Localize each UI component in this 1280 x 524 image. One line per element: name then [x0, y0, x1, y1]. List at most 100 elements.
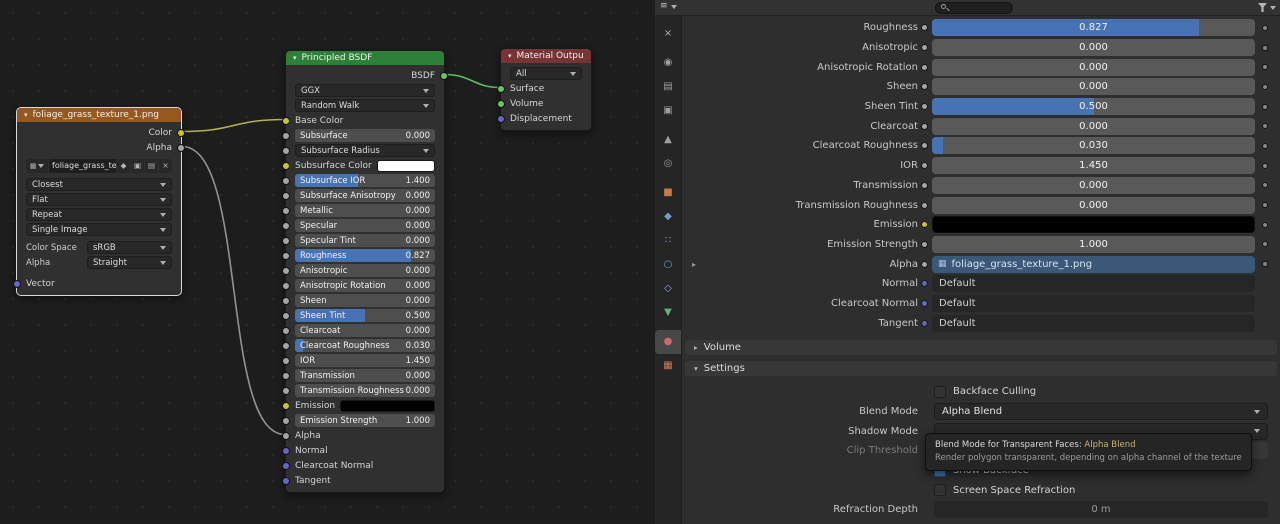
subsurface-radius-dropdown[interactable]: Subsurface Radius: [295, 144, 435, 157]
tab-tool[interactable]: ×: [655, 22, 681, 46]
image-texture-node[interactable]: ▾ foliage_grass_texture_1.png Color Alph…: [13, 107, 185, 296]
blend-mode-dropdown[interactable]: Alpha Blend: [934, 403, 1268, 421]
image-name-field[interactable]: foliage_grass_text...: [49, 158, 116, 173]
decorator-dot[interactable]: [1262, 44, 1268, 51]
subsurface-ior-slider[interactable]: Subsurface IOR 1.400: [295, 174, 435, 187]
backface-culling-checkbox[interactable]: [934, 385, 946, 398]
input-socket[interactable]: [282, 311, 290, 320]
shader-editor[interactable]: ▾ foliage_grass_texture_1.png Color Alph…: [0, 0, 655, 524]
anisotropic-rotation-slider[interactable]: Anisotropic Rotation 0.000: [295, 279, 435, 292]
tab-world[interactable]: ◎: [655, 152, 681, 176]
input-socket[interactable]: [282, 221, 290, 230]
decorator-dot[interactable]: [1262, 24, 1268, 31]
open-image-button[interactable]: ▤: [145, 158, 158, 173]
input-socket[interactable]: [497, 114, 505, 123]
emission-strength-slider[interactable]: 1.000: [932, 235, 1255, 253]
input-socket[interactable]: [282, 161, 290, 170]
input-socket[interactable]: [282, 356, 290, 365]
interpolation-dropdown[interactable]: Closest: [26, 178, 172, 191]
input-socket[interactable]: [282, 281, 290, 290]
tab-constraints[interactable]: ◇: [655, 277, 681, 301]
decorator-dot[interactable]: [1262, 142, 1268, 149]
clearcoat-normal-field[interactable]: Default: [932, 294, 1255, 312]
input-socket[interactable]: [282, 401, 290, 410]
tab-object-data[interactable]: ▼: [655, 301, 681, 325]
tab-object[interactable]: ■: [655, 181, 681, 205]
clearcoat-roughness-slider[interactable]: 0.030: [932, 137, 1255, 155]
tab-material[interactable]: ●: [655, 330, 681, 354]
tab-modifiers[interactable]: ◆: [655, 205, 681, 229]
tab-particles[interactable]: ∷: [655, 229, 681, 253]
normal-field[interactable]: Default: [932, 275, 1255, 293]
emission-strength-slider[interactable]: Emission Strength 1.000: [295, 414, 435, 427]
subsurface-color-color-swatch[interactable]: [376, 159, 435, 172]
decorator-dot[interactable]: [1262, 182, 1268, 189]
input-socket[interactable]: [282, 431, 290, 440]
decorator-dot[interactable]: [1262, 123, 1268, 130]
transmission-slider[interactable]: 0.000: [932, 176, 1255, 194]
node-header[interactable]: ▾ Principled BSDF: [286, 51, 444, 65]
principled-bsdf-node[interactable]: ▾ Principled BSDF BSDF GGX Random Walk Base…: [282, 50, 448, 493]
tangent-field[interactable]: Default: [932, 314, 1255, 332]
browse-image-button[interactable]: ▦: [26, 158, 48, 173]
search-input[interactable]: [935, 2, 1013, 14]
ior-slider[interactable]: IOR 1.450: [295, 354, 435, 367]
projection-dropdown[interactable]: Flat: [26, 193, 172, 206]
extension-dropdown[interactable]: Repeat: [26, 208, 172, 221]
settings-panel-header[interactable]: ▾ Settings: [685, 361, 1277, 376]
decorator-dot[interactable]: [1262, 241, 1268, 248]
input-socket[interactable]: [282, 251, 290, 260]
sheen-tint-slider[interactable]: Sheen Tint 0.500: [295, 309, 435, 322]
transmission-roughness-slider[interactable]: Transmission Roughness 0.000: [295, 384, 435, 397]
metallic-slider[interactable]: Metallic 0.000: [295, 204, 435, 217]
specular-tint-slider[interactable]: Specular Tint 0.000: [295, 234, 435, 247]
input-socket[interactable]: [497, 84, 505, 93]
collapse-icon[interactable]: ▾: [293, 54, 297, 62]
tab-scene[interactable]: ▲: [655, 128, 681, 152]
input-socket[interactable]: [282, 296, 290, 305]
node-header[interactable]: ▾ Material Output: [501, 49, 591, 63]
clearcoat-slider[interactable]: Clearcoat 0.000: [295, 324, 435, 337]
subsurface-slider[interactable]: Subsurface 0.000: [295, 129, 435, 142]
decorator-dot[interactable]: [1262, 162, 1268, 169]
unlink-image-button[interactable]: ×: [159, 158, 172, 173]
filter-button[interactable]: [1258, 3, 1276, 12]
input-socket[interactable]: [282, 371, 290, 380]
input-socket[interactable]: [282, 191, 290, 200]
input-socket[interactable]: [282, 116, 290, 125]
anisotropic-slider[interactable]: Anisotropic 0.000: [295, 264, 435, 277]
anisotropic-rotation-slider[interactable]: 0.000: [932, 58, 1255, 76]
tab-view-layer[interactable]: ▣: [655, 99, 681, 123]
target-dropdown[interactable]: All: [510, 67, 582, 80]
tab-output[interactable]: ▤: [655, 75, 681, 99]
emission-color-swatch[interactable]: [340, 399, 435, 412]
volume-panel-header[interactable]: ▸ Volume: [685, 340, 1277, 355]
input-socket[interactable]: [282, 446, 290, 455]
sheen-slider[interactable]: 0.000: [932, 78, 1255, 96]
input-socket[interactable]: [282, 206, 290, 215]
decorator-dot[interactable]: [1262, 261, 1268, 268]
node-header[interactable]: ▾ foliage_grass_texture_1.png: [17, 108, 181, 122]
input-socket[interactable]: [13, 279, 21, 288]
decorator-dot[interactable]: [1262, 83, 1268, 90]
clearcoat-roughness-slider[interactable]: Clearcoat Roughness 0.030: [295, 339, 435, 352]
input-socket[interactable]: [282, 341, 290, 350]
fake-user-button[interactable]: ◆: [117, 158, 130, 173]
expand-arrow-icon[interactable]: ▸: [692, 260, 696, 269]
source-dropdown[interactable]: Single Image: [26, 223, 172, 236]
input-socket[interactable]: [282, 266, 290, 275]
input-socket[interactable]: [282, 146, 290, 155]
subsurface-anisotropy-slider[interactable]: Subsurface Anisotropy 0.000: [295, 189, 435, 202]
input-socket[interactable]: [282, 176, 290, 185]
color-space-dropdown[interactable]: sRGB: [87, 241, 172, 254]
sheen-slider[interactable]: Sheen 0.000: [295, 294, 435, 307]
input-socket[interactable]: [282, 236, 290, 245]
alpha-mode-dropdown[interactable]: Straight: [87, 256, 172, 269]
collapse-icon[interactable]: ▾: [24, 111, 28, 119]
decorator-dot[interactable]: [1262, 64, 1268, 71]
decorator-dot[interactable]: [1262, 221, 1268, 228]
ggx-dropdown[interactable]: GGX: [295, 84, 435, 97]
output-socket[interactable]: [177, 128, 185, 137]
input-socket[interactable]: [497, 99, 505, 108]
input-socket[interactable]: [282, 131, 290, 140]
